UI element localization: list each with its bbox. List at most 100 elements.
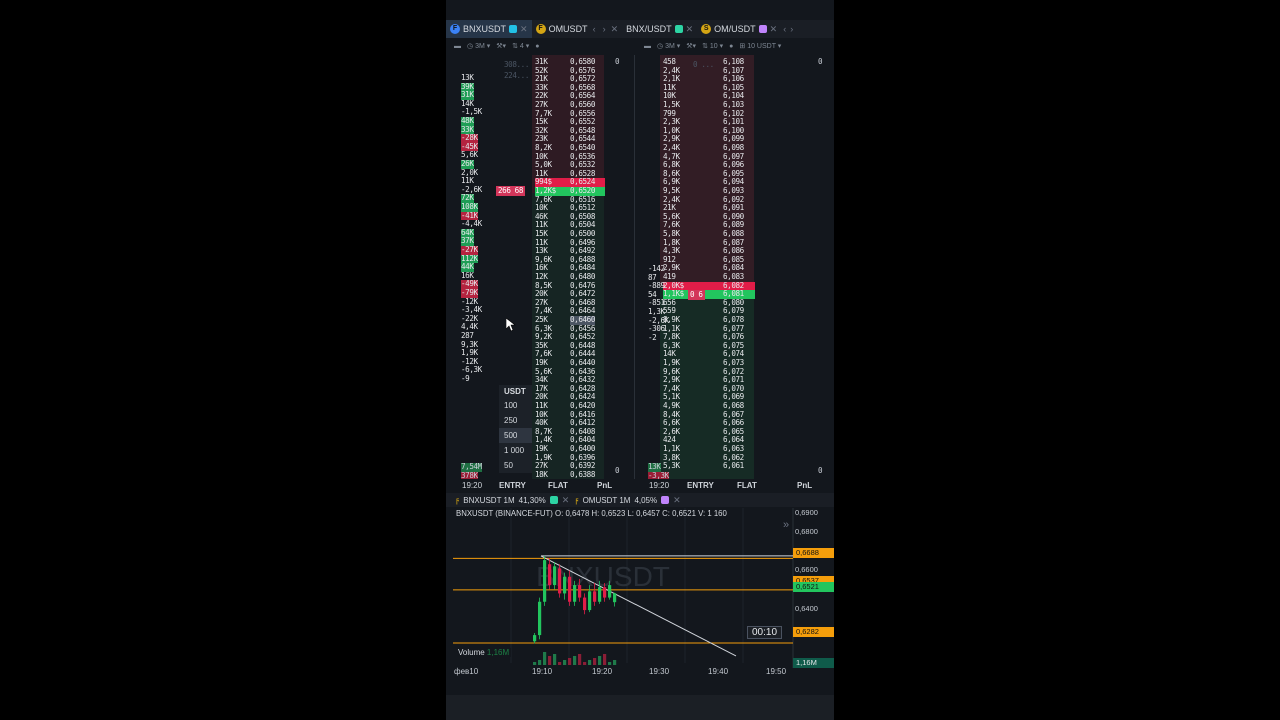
candle-body (588, 591, 592, 611)
right-price-cell[interactable]: 6,061 (723, 462, 744, 471)
volume-bar (563, 660, 567, 665)
tab-label: OMUSDT (548, 24, 588, 34)
close-icon[interactable]: ✕ (686, 24, 694, 35)
time-axis-label: 19:10 (532, 667, 553, 676)
volume-label: Volume 1,16M (456, 648, 512, 657)
price-axis-label: 0,6600 (795, 565, 818, 574)
price-axis-label: 0,6800 (795, 527, 818, 536)
chart-tab[interactable]: ϝ OMUSDT 1M 4,05% ✕ (575, 495, 680, 506)
left-entry-label[interactable]: ENTRY (499, 481, 526, 490)
candle-body (563, 576, 567, 594)
price-tag: 0,6521 (793, 582, 834, 592)
close-icon[interactable]: ✕ (562, 495, 570, 506)
volume-bar (568, 658, 572, 665)
left-time-label: 19:20 (462, 480, 483, 490)
left-position-tag[interactable]: 266 68 (496, 186, 526, 196)
tab-next-icon[interactable]: › (601, 24, 608, 34)
candle-body (598, 587, 602, 602)
info-icon[interactable]: ● (535, 43, 539, 50)
color-marker-icon (661, 496, 670, 504)
candle-timer: 00:10 (747, 626, 783, 639)
scale-selector[interactable]: ⊞ 10 USDT ▾ (739, 42, 781, 50)
left-flat-button[interactable]: FLAT (548, 481, 568, 490)
close-icon[interactable]: ✕ (770, 24, 778, 35)
timeframe-selector[interactable]: ◷ 3M ▾ (657, 42, 680, 50)
right-bottom-cluster: -3,3K (648, 470, 669, 479)
info-icon[interactable]: ● (729, 43, 733, 50)
candle-body (553, 566, 557, 586)
sort-value: 4 (519, 43, 524, 50)
candle-body (603, 587, 607, 598)
close-icon[interactable]: ✕ (520, 24, 528, 35)
volume-bar (573, 656, 577, 665)
left-ghost-value: 308... (504, 60, 530, 69)
price-axis-label: 0,6900 (795, 508, 818, 517)
close-icon[interactable]: ✕ (611, 24, 619, 35)
pane-divider[interactable] (634, 55, 635, 479)
tabs-scroll-left-icon[interactable]: ‹ (781, 24, 788, 34)
left-ghost-value: 224... (504, 71, 530, 80)
chart-tab-change: 41,30% (518, 495, 546, 505)
expand-chevron-icon[interactable]: » (783, 519, 789, 531)
tab-bnxusdt[interactable]: F BNXUSDT ✕ (446, 20, 532, 38)
tabs-scroll-right-icon[interactable]: › (788, 24, 795, 34)
color-marker-icon (549, 496, 558, 504)
symbol-tab-bar: F BNXUSDT ✕ F OMUSDT ‹ › ✕ BNX/USDT ✕ S OM/USDT ✕ ‹ › (446, 20, 834, 38)
trading-app-window: F BNXUSDT ✕ F OMUSDT ‹ › ✕ BNX/USDT ✕ S OM/USDT ✕ ‹ › … (446, 0, 834, 720)
settings-icon[interactable]: ⚒▾ (496, 42, 506, 50)
left-pane-toolbar: ▬ ◷ 3M ▾ ⚒▾ ⇅ 4 ▾ ● (446, 39, 539, 53)
chart-tab-label: BNXUSDT 1M (463, 495, 515, 505)
folder-icon[interactable]: ▬ (454, 43, 461, 50)
folder-icon[interactable]: ▬ (644, 43, 651, 50)
right-entry-label[interactable]: ENTRY (687, 481, 714, 490)
volume-bar (548, 656, 552, 665)
left-price-cell[interactable]: 0,6388 (570, 470, 595, 479)
exchange-badge-icon: S (701, 24, 712, 34)
left-bottom-cluster: 378K (461, 470, 478, 479)
right-position-tag[interactable]: 0 6 (688, 290, 705, 300)
sort-value: 10 (709, 43, 718, 50)
timeframe-selector[interactable]: ◷ 3M ▾ (467, 42, 490, 50)
left-cluster-cell: -9 (461, 374, 470, 383)
order-size-selector: USDT 100 250 500 1 000 50 (499, 385, 532, 473)
settings-icon[interactable]: ⚒▾ (686, 42, 696, 50)
chart-tab[interactable]: ϝ BNXUSDT 1M 41,30% ✕ (456, 495, 569, 506)
left-volume-cell: 18K (535, 469, 548, 479)
close-icon[interactable]: ✕ (673, 495, 681, 506)
tab-label: BNX/USDT (626, 24, 672, 34)
tab-label: BNXUSDT (463, 24, 507, 34)
tab-prev-icon[interactable]: ‹ (591, 24, 598, 34)
tab-label: OM/USDT (714, 24, 756, 34)
left-order-book-pane[interactable]: 31K 0,6580 52K 0,6576 21K 0,6572 33K 0,6568 22K 0… (453, 55, 633, 479)
order-size-option[interactable]: 1 000 (499, 443, 532, 458)
volume-bar (593, 658, 597, 665)
right-order-book-pane[interactable]: 458 6,108 2,4K 6,107 2,1K 6,106 11K 6,105 10K 6,1… (636, 55, 834, 479)
tab-om-usdt[interactable]: S OM/USDT ✕ (697, 20, 781, 38)
sort-icon[interactable]: ⇅ 10 ▾ (702, 42, 723, 50)
color-marker-icon (674, 25, 683, 33)
sort-icon[interactable]: ⇅ 4 ▾ (512, 42, 529, 50)
chart-time-axis: фев10 19:10 19:20 19:30 19:40 19:50 (446, 667, 834, 679)
volume-bar (598, 656, 602, 665)
volume-bar (558, 662, 562, 665)
order-size-option[interactable]: 500 (499, 428, 532, 443)
order-size-option[interactable]: 250 (499, 413, 532, 428)
tab-bnx-usdt[interactable]: BNX/USDT ✕ (622, 20, 697, 38)
candle-body (573, 585, 577, 602)
volume-bar (533, 662, 537, 665)
order-size-header: USDT (504, 387, 526, 396)
left-bottom-zero: 0 (615, 466, 620, 475)
order-size-option[interactable]: 100 (499, 398, 532, 413)
timeframe-label: 3M (665, 43, 675, 50)
price-tag: 0,6688 (793, 548, 834, 558)
tab-omusdt[interactable]: F OMUSDT ‹ › ✕ (532, 20, 623, 38)
time-axis-label: фев10 (454, 667, 479, 676)
right-cluster-cell: -2 (648, 332, 657, 342)
candle-body (613, 593, 617, 603)
right-flat-button[interactable]: FLAT (737, 481, 757, 490)
order-size-option[interactable]: 50 (499, 458, 532, 473)
right-pane-toolbar: ▬ ◷ 3M ▾ ⚒▾ ⇅ 10 ▾ ● ⊞ 10 USDT ▾ (636, 39, 781, 53)
volume-bar (578, 654, 582, 665)
left-pnl-label: PnL (597, 480, 613, 490)
exchange-badge-icon: ϝ (575, 495, 579, 505)
